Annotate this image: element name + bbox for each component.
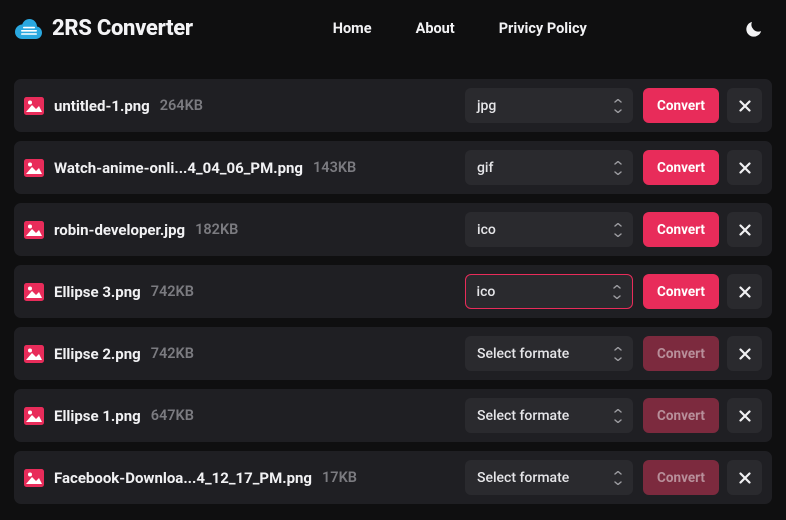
file-name: robin-developer.jpg [54, 221, 185, 239]
close-icon [739, 224, 751, 236]
format-select[interactable]: gif [465, 150, 633, 185]
chevron-updown-icon [613, 223, 623, 237]
file-row: robin-developer.jpg 182KB ico Convert [14, 203, 772, 256]
image-file-icon [24, 283, 44, 301]
format-select-value: Select formate [477, 470, 569, 486]
convert-button-label: Convert [657, 222, 705, 238]
file-size: 264KB [160, 97, 203, 114]
convert-button: Convert [643, 336, 719, 371]
format-select[interactable]: Select formate [465, 460, 633, 495]
image-file-icon [24, 97, 44, 115]
convert-button: Convert [643, 460, 719, 495]
nav-home[interactable]: Home [333, 20, 372, 37]
remove-file-button[interactable] [727, 274, 762, 309]
chevron-updown-icon [612, 285, 622, 299]
image-file-icon [24, 469, 44, 487]
format-select-value: gif [477, 160, 493, 176]
format-select-value: Select formate [477, 346, 569, 362]
format-select[interactable]: ico [465, 274, 633, 309]
convert-button-label: Convert [657, 470, 705, 486]
nav-privacy[interactable]: Privicy Policy [499, 20, 587, 37]
file-row: untitled-1.png 264KB jpg Convert [14, 79, 772, 132]
chevron-updown-icon [613, 409, 623, 423]
convert-button-label: Convert [657, 98, 705, 114]
file-list: untitled-1.png264KBjpgConvertWatch-anime… [0, 61, 786, 504]
format-select[interactable]: Select formate [465, 398, 633, 433]
file-name: Ellipse 3.png [54, 283, 141, 301]
file-name: Facebook-Downloa...4_12_17_PM.png [54, 469, 312, 487]
file-name: Ellipse 1.png [54, 407, 141, 425]
format-select[interactable]: jpg [465, 88, 633, 123]
format-select-value: jpg [477, 98, 496, 114]
file-name: Watch-anime-onli...4_04_06_PM.png [54, 159, 303, 177]
file-name: Ellipse 2.png [54, 345, 141, 363]
convert-button[interactable]: Convert [643, 88, 719, 123]
chevron-updown-icon [613, 347, 623, 361]
remove-file-button[interactable] [727, 398, 762, 433]
image-file-icon [24, 345, 44, 363]
remove-file-button[interactable] [727, 336, 762, 371]
file-row: Facebook-Downloa...4_12_17_PM.png 17KB Sel… [14, 451, 772, 504]
format-select[interactable]: Select formate [465, 336, 633, 371]
cloud-logo-icon [14, 18, 44, 40]
close-icon [739, 286, 751, 298]
theme-toggle-button[interactable] [742, 17, 766, 41]
convert-button-label: Convert [657, 160, 705, 176]
close-icon [739, 410, 751, 422]
chevron-updown-icon [613, 99, 623, 113]
close-icon [739, 162, 751, 174]
file-size: 17KB [322, 469, 357, 486]
header: 2RS Converter Home About Privicy Policy [0, 0, 786, 61]
convert-button[interactable]: Convert [643, 150, 719, 185]
convert-button[interactable]: Convert [643, 274, 719, 309]
remove-file-button[interactable] [727, 150, 762, 185]
file-row: Ellipse 2.png 742KB Select formate Convert [14, 327, 772, 380]
chevron-updown-icon [613, 471, 623, 485]
remove-file-button[interactable] [727, 460, 762, 495]
convert-button-label: Convert [657, 408, 705, 424]
image-file-icon [24, 159, 44, 177]
file-size: 647KB [151, 407, 194, 424]
file-size: 742KB [151, 283, 194, 300]
main-nav: Home About Privicy Policy [333, 20, 587, 37]
file-row: Ellipse 3.png 742KB ico Convert [14, 265, 772, 318]
file-row: Watch-anime-onli...4_04_06_PM.png 143KB gi… [14, 141, 772, 194]
remove-file-button[interactable] [727, 88, 762, 123]
remove-file-button[interactable] [727, 212, 762, 247]
file-name: untitled-1.png [54, 97, 150, 115]
image-file-icon [24, 221, 44, 239]
moon-icon [744, 19, 764, 39]
image-file-icon [24, 407, 44, 425]
close-icon [739, 348, 751, 360]
close-icon [739, 100, 751, 112]
close-icon [739, 472, 751, 484]
nav-about[interactable]: About [416, 20, 455, 37]
convert-button-label: Convert [657, 346, 705, 362]
file-size: 143KB [313, 159, 356, 176]
file-size: 182KB [195, 221, 238, 238]
app-title: 2RS Converter [52, 16, 193, 41]
logo[interactable]: 2RS Converter [14, 16, 193, 41]
convert-button[interactable]: Convert [643, 212, 719, 247]
convert-button: Convert [643, 398, 719, 433]
chevron-updown-icon [613, 161, 623, 175]
file-size: 742KB [151, 345, 194, 362]
format-select-value: ico [477, 284, 496, 300]
convert-button-label: Convert [657, 284, 705, 300]
format-select[interactable]: ico [465, 212, 633, 247]
file-row: Ellipse 1.png 647KB Select formate Convert [14, 389, 772, 442]
format-select-value: Select formate [477, 408, 569, 424]
format-select-value: ico [477, 222, 496, 238]
